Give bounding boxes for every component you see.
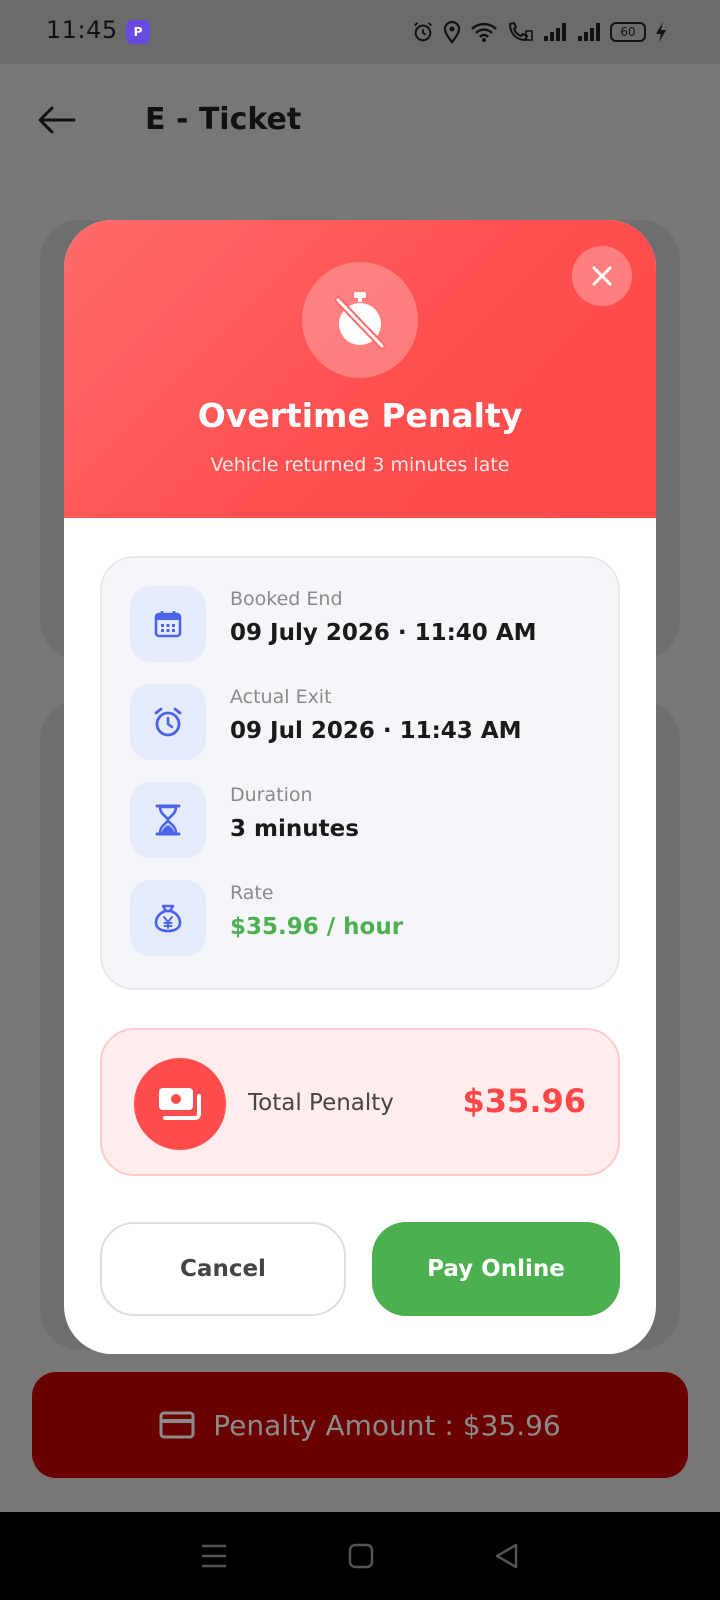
status-icons: 60 xyxy=(412,18,668,46)
cancel-button[interactable]: Cancel xyxy=(100,1222,346,1316)
detail-icon-box xyxy=(130,880,206,956)
location-icon xyxy=(443,20,461,44)
detail-value: 3 minutes xyxy=(230,816,359,842)
detail-icon-box xyxy=(130,782,206,858)
dialog-title: Overtime Penalty xyxy=(197,396,523,435)
total-penalty-amount: $35.96 xyxy=(462,1082,586,1120)
pay-online-button[interactable]: Pay Online xyxy=(372,1222,620,1316)
back-nav-icon[interactable] xyxy=(494,1543,520,1569)
penalty-amount-label: Penalty Amount : $35.96 xyxy=(213,1408,561,1442)
dialog-header: Overtime Penalty Vehicle returned 3 minu… xyxy=(64,220,656,518)
wifi-call-icon xyxy=(508,21,533,42)
charging-icon xyxy=(656,22,666,42)
alarm-icon xyxy=(414,22,432,42)
detail-value: 09 Jul 2026 · 11:43 AM xyxy=(230,718,522,744)
detail-label: Booked End xyxy=(230,588,343,610)
dialog-subtitle: Vehicle returned 3 minutes late xyxy=(210,454,510,476)
total-icon-circle xyxy=(134,1058,226,1150)
signal-icon-2 xyxy=(578,23,600,41)
total-penalty-label: Total Penalty xyxy=(248,1090,394,1116)
calendar-icon xyxy=(154,611,182,638)
battery-icon: 60 xyxy=(610,22,646,42)
hourglass-icon xyxy=(155,804,181,836)
app-notification-icon: P xyxy=(126,20,150,44)
penalty-amount-button[interactable]: Penalty Amount : $35.96 xyxy=(32,1372,688,1478)
page-title: E - Ticket xyxy=(145,102,302,137)
close-icon xyxy=(592,266,612,286)
signal-icon-1 xyxy=(544,23,566,41)
detail-row-rate: Rate $35.96 / hour xyxy=(130,880,600,960)
detail-row-actual-exit: Actual Exit 09 Jul 2026 · 11:43 AM xyxy=(130,684,600,764)
system-nav-bar xyxy=(0,1512,720,1600)
app-bar: E - Ticket xyxy=(0,64,720,176)
detail-label: Actual Exit xyxy=(230,686,332,708)
menu-icon[interactable] xyxy=(200,1543,228,1569)
close-button[interactable] xyxy=(572,246,632,306)
detail-label: Duration xyxy=(230,784,313,806)
credit-card-icon xyxy=(159,1411,195,1439)
alarm-clock-icon xyxy=(154,707,182,737)
money-bag-icon xyxy=(154,904,182,933)
home-icon[interactable] xyxy=(348,1543,374,1569)
arrow-left-icon xyxy=(38,106,76,134)
back-button[interactable] xyxy=(34,98,78,142)
detail-icon-box xyxy=(130,586,206,662)
detail-icon-box xyxy=(130,684,206,760)
wifi-icon xyxy=(471,22,497,42)
overtime-penalty-dialog: Overtime Penalty Vehicle returned 3 minu… xyxy=(64,220,656,1354)
detail-label: Rate xyxy=(230,882,274,904)
timer-off-icon xyxy=(334,292,386,350)
status-bar: 11:45 P 60 xyxy=(0,0,720,64)
detail-row-booked-end: Booked End 09 July 2026 · 11:40 AM xyxy=(130,586,600,666)
status-time: 11:45 xyxy=(46,16,118,44)
rate-value: $35.96 / hour xyxy=(230,914,404,940)
total-penalty-card: Total Penalty $35.96 xyxy=(100,1028,620,1176)
cash-icon xyxy=(159,1088,201,1120)
header-icon-circle xyxy=(302,262,418,378)
detail-value: 09 July 2026 · 11:40 AM xyxy=(230,620,537,646)
detail-row-duration: Duration 3 minutes xyxy=(130,782,600,862)
penalty-details-card: Booked End 09 July 2026 · 11:40 AM Actua… xyxy=(100,556,620,990)
